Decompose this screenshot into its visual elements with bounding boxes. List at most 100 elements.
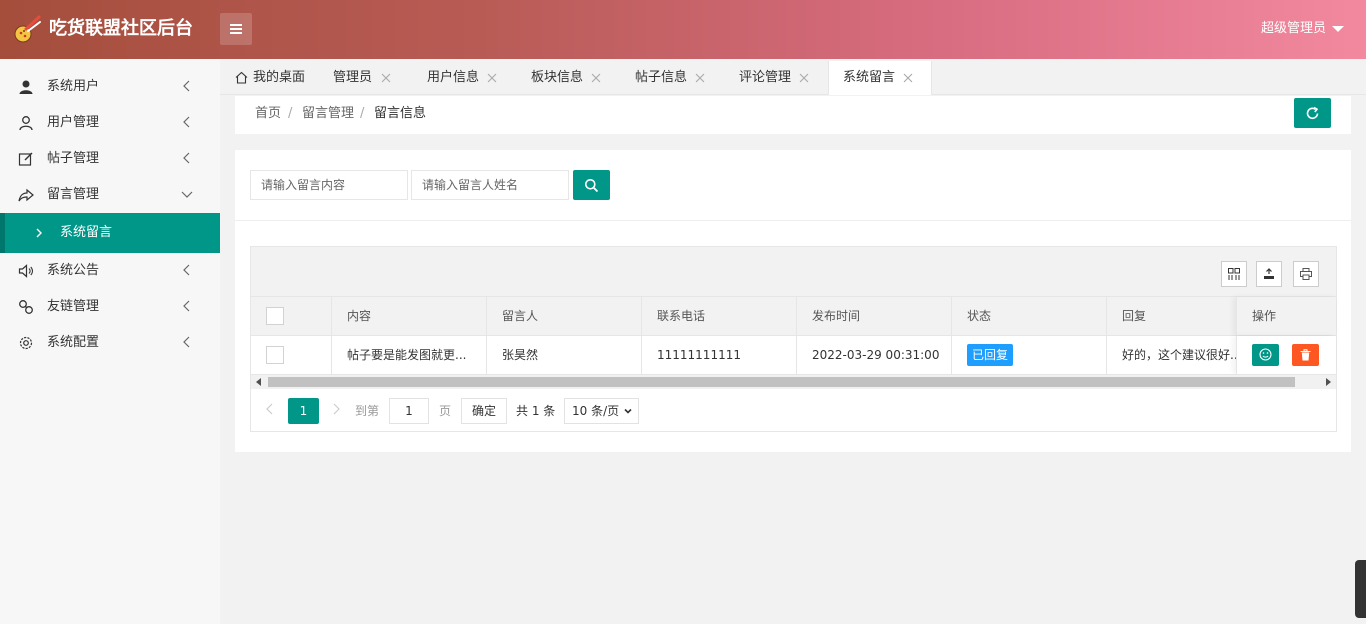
scrollbar-thumb[interactable] xyxy=(268,377,1295,387)
sidebar: 系统用户 用户管理 帖子管理 留言管理 系统留言 系统公告 友链管理 系统配置 xyxy=(0,59,220,624)
column-header-reply: 回复 xyxy=(1122,309,1147,323)
horizontal-scrollbar[interactable] xyxy=(251,374,1336,389)
header-cell: 留言人 xyxy=(487,297,642,335)
export-button[interactable] xyxy=(1256,261,1282,287)
close-icon[interactable] xyxy=(381,73,391,83)
current-page[interactable]: 1 xyxy=(288,398,319,424)
edit-icon xyxy=(18,152,33,166)
search-name-input[interactable] xyxy=(411,170,569,200)
next-page-icon[interactable] xyxy=(331,402,341,416)
page-size-value: 10 条/页 xyxy=(572,404,620,418)
user-outline-icon xyxy=(19,116,33,131)
row-cell: 张昊然 xyxy=(487,336,642,374)
reply-button[interactable] xyxy=(1252,344,1279,366)
sidebar-subitem-label: 系统留言 xyxy=(60,225,113,240)
row-checkbox[interactable] xyxy=(266,346,284,364)
menu-toggle-button[interactable] xyxy=(220,13,252,45)
search-button[interactable] xyxy=(573,170,610,200)
print-icon xyxy=(1300,268,1312,280)
close-icon[interactable] xyxy=(799,73,809,83)
tab-label: 评论管理 xyxy=(739,70,792,85)
sidebar-item-message-management[interactable]: 留言管理 xyxy=(0,177,220,213)
hamburger-icon xyxy=(230,24,242,26)
tab-bar: 我的桌面 管理员 用户信息 板块信息 帖子信息 评论管理 系统留言 xyxy=(220,59,1366,95)
search-content-input[interactable] xyxy=(250,170,408,200)
gear-icon xyxy=(19,336,33,350)
page-size-select[interactable]: 10 条/页 xyxy=(564,398,639,424)
tab-post-info[interactable]: 帖子信息 xyxy=(621,61,725,95)
top-header: 吃货联盟社区后台 超级管理员 xyxy=(0,0,1366,59)
sidebar-item-label: 友链管理 xyxy=(47,299,100,314)
tab-label: 板块信息 xyxy=(531,70,584,85)
columns-icon xyxy=(1228,268,1240,280)
tab-my-desktop[interactable]: 我的桌面 xyxy=(220,61,318,95)
breadcrumb-section[interactable]: 留言管理 xyxy=(302,106,354,122)
close-icon[interactable] xyxy=(487,73,497,83)
cell-phone: 11111111111 xyxy=(657,348,741,362)
tab-label: 我的桌面 xyxy=(253,70,306,85)
close-icon[interactable] xyxy=(903,73,913,83)
scroll-left-icon[interactable] xyxy=(256,378,261,386)
sidebar-item-label: 系统公告 xyxy=(47,263,100,278)
user-name: 超级管理员 xyxy=(1260,21,1326,36)
breadcrumb-home[interactable]: 首页 xyxy=(255,106,281,122)
header-cell-checkbox xyxy=(251,297,332,335)
sidebar-item-friend-links[interactable]: 友链管理 xyxy=(0,289,220,325)
cell-time: 2022-03-29 00:31:00 xyxy=(812,348,940,362)
floating-widget[interactable] xyxy=(1355,560,1366,618)
scroll-right-icon[interactable] xyxy=(1326,378,1331,386)
sidebar-item-announcements[interactable]: 系统公告 xyxy=(0,253,220,289)
chevron-down-icon xyxy=(181,191,193,198)
status-badge: 已回复 xyxy=(967,344,1014,366)
confirm-page-button[interactable]: 确定 xyxy=(461,398,507,424)
refresh-button[interactable] xyxy=(1294,98,1331,128)
close-icon[interactable] xyxy=(591,73,601,83)
divider xyxy=(235,220,1351,221)
sidebar-item-post-management[interactable]: 帖子管理 xyxy=(0,141,220,177)
tab-admins[interactable]: 管理员 xyxy=(318,61,413,95)
data-table: 内容 留言人 联系电话 发布时间 状态 回复 操作 帖子要是能发图就更... 张… xyxy=(250,246,1337,432)
app-logo-icon xyxy=(14,15,41,43)
user-menu[interactable]: 超级管理员 xyxy=(1261,19,1344,39)
tab-board-info[interactable]: 板块信息 xyxy=(517,61,621,95)
delete-button[interactable] xyxy=(1292,344,1319,366)
breadcrumb: 首页 / 留言管理 / 留言信息 xyxy=(235,96,1351,134)
column-filter-button[interactable] xyxy=(1221,261,1247,287)
prev-page-icon[interactable] xyxy=(265,402,275,416)
app-title: 吃货联盟社区后台 xyxy=(49,18,193,39)
sidebar-item-user-management[interactable]: 用户管理 xyxy=(0,105,220,141)
page-number-input[interactable] xyxy=(389,398,429,424)
chevron-left-icon xyxy=(183,80,190,92)
home-icon xyxy=(235,71,248,84)
tab-label: 用户信息 xyxy=(427,70,480,85)
sidebar-item-label: 系统用户 xyxy=(47,79,100,94)
breadcrumb-current: 留言信息 xyxy=(374,106,427,121)
sidebar-item-label: 帖子管理 xyxy=(47,151,100,166)
tab-comment-management[interactable]: 评论管理 xyxy=(725,61,829,95)
pagination: 1 到第 页 确定 共 1 条 10 条/页 xyxy=(251,390,1336,431)
sidebar-subitem-system-messages[interactable]: 系统留言 xyxy=(0,213,220,253)
sidebar-item-system-users[interactable]: 系统用户 xyxy=(0,69,220,105)
tab-label: 系统留言 xyxy=(843,70,896,85)
header-cell: 内容 xyxy=(332,297,487,335)
header-cell: 联系电话 xyxy=(642,297,797,335)
tab-system-messages[interactable]: 系统留言 xyxy=(828,61,932,95)
cell-reply: 好的，这个建议很好... xyxy=(1122,348,1242,362)
chevron-left-icon xyxy=(183,116,190,128)
tab-user-info[interactable]: 用户信息 xyxy=(413,61,517,95)
chevron-down-icon xyxy=(624,408,632,414)
close-icon[interactable] xyxy=(695,73,705,83)
caret-down-icon xyxy=(1332,26,1344,32)
chevron-left-icon xyxy=(183,264,190,276)
row-cell-checkbox xyxy=(251,336,332,374)
row-cell: 帖子要是能发图就更... xyxy=(332,336,487,374)
sidebar-item-system-config[interactable]: 系统配置 xyxy=(0,325,220,361)
print-button[interactable] xyxy=(1293,261,1319,287)
column-header-time: 发布时间 xyxy=(812,309,861,323)
table-toolbar xyxy=(251,247,1336,297)
select-all-checkbox[interactable] xyxy=(266,307,284,325)
main-card: 内容 留言人 联系电话 发布时间 状态 回复 操作 帖子要是能发图就更... 张… xyxy=(235,150,1351,452)
total-count: 共 1 条 xyxy=(516,404,556,418)
row-cell: 2022-03-29 00:31:00 xyxy=(797,336,952,374)
cell-content: 帖子要是能发图就更... xyxy=(347,348,467,362)
